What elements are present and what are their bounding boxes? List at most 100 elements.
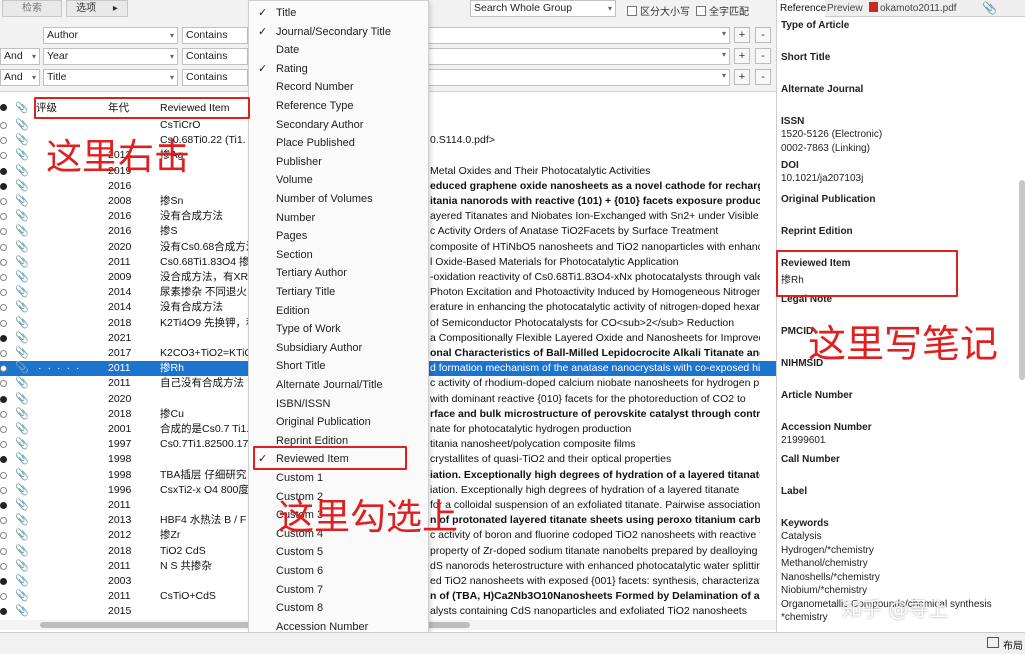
menu-item[interactable]: Original Publication <box>249 413 428 432</box>
menu-item[interactable]: Custom 5 <box>249 543 428 562</box>
read-status-icon[interactable] <box>0 289 7 297</box>
search-op-1[interactable]: Contains <box>182 27 248 44</box>
read-status-icon[interactable] <box>0 608 7 616</box>
attachment-icon[interactable]: 📎 <box>15 224 29 239</box>
attachment-icon[interactable]: 📎 <box>15 164 29 179</box>
menu-item[interactable]: Reference Type <box>249 97 428 116</box>
search-op-3[interactable]: Contains <box>182 69 248 86</box>
field-value[interactable]: 10.1021/ja207103j <box>781 173 863 184</box>
menu-item[interactable]: Subsidiary Author <box>249 339 428 358</box>
read-status-icon[interactable] <box>0 274 7 281</box>
attachment-icon[interactable]: 📎 <box>15 255 29 270</box>
match-words-checkbox[interactable]: 全字匹配 <box>696 3 749 18</box>
read-status-icon[interactable] <box>0 441 7 449</box>
search-field-1[interactable]: Author ▾ <box>43 27 178 44</box>
menu-item[interactable]: Type of Work <box>249 320 428 339</box>
read-status-icon[interactable] <box>0 456 7 464</box>
attachment-icon[interactable]: 📎 <box>15 376 29 391</box>
field-value-empty[interactable] <box>781 97 1011 109</box>
read-status-icon[interactable] <box>0 334 7 342</box>
read-status-icon[interactable] <box>0 182 7 190</box>
attachment-icon[interactable]: 📎 <box>15 513 29 528</box>
menu-item[interactable]: Pages <box>249 227 428 246</box>
menu-item[interactable]: Date <box>249 41 428 60</box>
menu-item[interactable]: Alternate Journal/Title <box>249 376 428 395</box>
attachment-icon[interactable]: 📎 <box>15 468 29 483</box>
field-value-empty[interactable] <box>781 207 1011 219</box>
field-value[interactable]: Catalysis <box>781 531 822 542</box>
add-row-button-3[interactable]: + <box>734 69 750 85</box>
search-value-3[interactable]: ▾ <box>428 69 730 86</box>
panel-scrollbar-thumb[interactable] <box>1019 180 1025 380</box>
attachment-icon[interactable]: 📎 <box>15 528 29 543</box>
attachment-icon[interactable]: 📎 <box>15 392 29 407</box>
menu-item[interactable]: Custom 8 <box>249 599 428 618</box>
read-status-icon[interactable] <box>0 486 7 494</box>
menu-item[interactable]: Custom 7 <box>249 581 428 600</box>
menu-item[interactable]: ✓ Rating <box>249 60 428 79</box>
menu-item[interactable]: Place Published <box>249 134 428 153</box>
field-value[interactable]: 0002-7863 (Linking) <box>781 143 870 154</box>
menu-item[interactable]: ISBN/ISSN <box>249 395 428 414</box>
menu-item[interactable]: Publisher <box>249 153 428 172</box>
read-status-icon[interactable] <box>0 380 7 388</box>
attachment-icon[interactable]: 📎 <box>15 118 29 133</box>
field-value-empty[interactable] <box>781 499 1011 511</box>
read-status-icon[interactable] <box>0 502 7 509</box>
attach-icon[interactable]: 📎 <box>982 0 998 17</box>
attachment-icon[interactable]: 📎 <box>15 498 29 513</box>
attachment-icon[interactable]: 📎 <box>15 179 29 194</box>
attachment-icon[interactable]: 📎 <box>15 148 29 163</box>
field-value-empty[interactable] <box>781 371 1011 383</box>
search-value-1[interactable]: ▾ <box>428 27 730 44</box>
attachment-icon[interactable]: 📎 <box>15 300 29 315</box>
read-status-icon[interactable] <box>0 517 7 525</box>
read-status-icon[interactable] <box>0 319 7 327</box>
read-status-icon[interactable] <box>0 471 7 479</box>
attachment-icon[interactable]: 📎 <box>15 346 29 361</box>
layout-icon[interactable] <box>987 637 999 648</box>
menu-item[interactable]: Section <box>249 246 428 265</box>
read-status-icon[interactable] <box>0 395 7 403</box>
field-value[interactable]: 21999601 <box>781 435 826 446</box>
read-status-icon[interactable] <box>0 122 7 129</box>
menu-item[interactable]: Short Title <box>249 357 428 376</box>
attachment-icon[interactable]: 📎 <box>15 407 29 422</box>
attachment-icon[interactable]: 📎 <box>15 240 29 255</box>
read-status-icon[interactable] <box>0 562 7 570</box>
menu-item[interactable]: Number <box>249 209 428 228</box>
menu-item[interactable]: ✓ Journal/Secondary Title <box>249 23 428 42</box>
attachment-icon[interactable]: 📎 <box>15 559 29 574</box>
rating-dots[interactable]: ····· <box>38 361 85 376</box>
field-value[interactable]: 1520-5126 (Electronic) <box>781 129 882 140</box>
menu-item[interactable]: Volume <box>249 171 428 190</box>
attachment-icon[interactable]: 📎 <box>15 316 29 331</box>
menu-item[interactable]: Custom 1 <box>249 469 428 488</box>
tab-preview[interactable]: Preview <box>827 0 867 17</box>
attachment-icon[interactable]: 📎 <box>15 361 29 376</box>
attachment-icon[interactable]: 📎 <box>15 604 29 619</box>
tab-pdf[interactable]: okamoto2011.pdf <box>869 0 969 17</box>
attachment-icon[interactable]: 📎 <box>15 133 29 148</box>
search-button[interactable]: 检索 <box>2 0 62 17</box>
menu-item[interactable]: Tertiary Title <box>249 283 428 302</box>
read-status-icon[interactable] <box>0 167 7 175</box>
menu-item[interactable]: Number of Volumes <box>249 190 428 209</box>
attachment-icon[interactable]: 📎 <box>15 285 29 300</box>
read-status-icon[interactable] <box>0 593 7 601</box>
attachment-icon[interactable]: 📎 <box>15 574 29 589</box>
menu-item[interactable]: Edition <box>249 302 428 321</box>
attachment-icon[interactable]: 📎 <box>15 589 29 604</box>
read-status-icon[interactable] <box>0 547 7 555</box>
field-value[interactable]: Nanoshells/*chemistry <box>781 572 880 583</box>
search-field-3[interactable]: Title ▾ <box>43 69 178 86</box>
read-status-icon[interactable] <box>0 410 7 418</box>
read-status-icon[interactable] <box>0 213 7 221</box>
menu-item[interactable]: ✓ Title <box>249 4 428 23</box>
read-status-icon[interactable] <box>0 578 7 585</box>
add-row-button-2[interactable]: + <box>734 48 750 64</box>
attachment-icon[interactable]: 📎 <box>15 331 29 346</box>
read-status-icon[interactable] <box>0 258 7 266</box>
remove-row-button-2[interactable]: - <box>755 48 771 64</box>
read-status-icon[interactable] <box>0 426 7 433</box>
